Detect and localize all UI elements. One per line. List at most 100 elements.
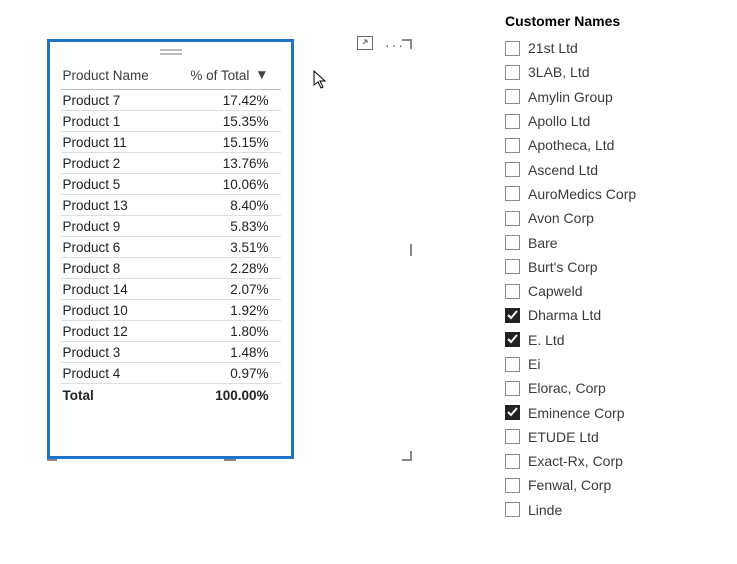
resize-handle-br[interactable]: [402, 451, 412, 461]
slicer-option-label: Eminence Corp: [528, 405, 625, 421]
slicer-option-label: Apotheca, Ltd: [528, 137, 614, 153]
slicer-option-label: Amylin Group: [528, 89, 613, 105]
slicer-option-label: Capweld: [528, 283, 582, 299]
checkbox[interactable]: [505, 186, 520, 201]
slicer-option[interactable]: Apollo Ltd: [505, 109, 710, 133]
slicer-option-label: 3LAB, Ltd: [528, 64, 590, 80]
slicer-option[interactable]: Dharma Ltd: [505, 303, 710, 327]
slicer-option-label: Ascend Ltd: [528, 162, 598, 178]
table-row[interactable]: Product 138.40%: [61, 195, 281, 216]
table-visual-container[interactable]: ··· Product Name % of Total ▼ Product 71…: [48, 40, 411, 460]
total-value: 100.00%: [169, 384, 280, 408]
checkbox[interactable]: [505, 41, 520, 56]
table-row[interactable]: Product 1115.15%: [61, 132, 281, 153]
cell-product: Product 10: [61, 300, 170, 321]
column-header-pct[interactable]: % of Total ▼: [169, 62, 280, 90]
slicer-option-label: Dharma Ltd: [528, 307, 601, 323]
slicer-option-label: AuroMedics Corp: [528, 186, 636, 202]
customer-slicer[interactable]: Customer Names 21st Ltd3LAB, LtdAmylin G…: [505, 13, 710, 522]
table-visual[interactable]: Product Name % of Total ▼ Product 717.42…: [47, 39, 294, 459]
slicer-option-label: Ei: [528, 356, 540, 372]
table-row[interactable]: Product 82.28%: [61, 258, 281, 279]
checkbox[interactable]: [505, 429, 520, 444]
cell-pct: 15.15%: [169, 132, 280, 153]
checkbox[interactable]: [505, 284, 520, 299]
slicer-option-label: E. Ltd: [528, 332, 565, 348]
checkbox[interactable]: [505, 502, 520, 517]
cell-product: Product 3: [61, 342, 170, 363]
checkbox[interactable]: [505, 259, 520, 274]
resize-handle-b[interactable]: [224, 459, 236, 461]
slicer-option[interactable]: Ei: [505, 352, 710, 376]
cell-pct: 2.07%: [169, 279, 280, 300]
slicer-option[interactable]: Elorac, Corp: [505, 376, 710, 400]
table-row[interactable]: Product 95.83%: [61, 216, 281, 237]
table-row[interactable]: Product 121.80%: [61, 321, 281, 342]
checkbox[interactable]: [505, 478, 520, 493]
slicer-list: 21st Ltd 3LAB, Ltd Amylin Group Apollo Ltd A…: [505, 36, 710, 522]
more-options-icon[interactable]: ···: [385, 37, 405, 53]
slicer-option-label: Apollo Ltd: [528, 113, 590, 129]
slicer-option[interactable]: Burt's Corp: [505, 255, 710, 279]
checkbox[interactable]: [505, 65, 520, 80]
resize-handle-r[interactable]: [410, 244, 412, 256]
checkbox[interactable]: [505, 235, 520, 250]
cell-product: Product 9: [61, 216, 170, 237]
table-row[interactable]: Product 63.51%: [61, 237, 281, 258]
checkbox[interactable]: [505, 454, 520, 469]
drag-handle[interactable]: [50, 42, 291, 62]
slicer-option[interactable]: E. Ltd: [505, 328, 710, 352]
slicer-option[interactable]: Eminence Corp: [505, 400, 710, 424]
checkbox[interactable]: [505, 162, 520, 177]
cell-product: Product 4: [61, 363, 170, 384]
checkbox[interactable]: [505, 138, 520, 153]
slicer-option[interactable]: Apotheca, Ltd: [505, 133, 710, 157]
cell-product: Product 13: [61, 195, 170, 216]
slicer-option[interactable]: Capweld: [505, 279, 710, 303]
slicer-option-label: ETUDE Ltd: [528, 429, 599, 445]
column-header-product[interactable]: Product Name: [61, 62, 170, 90]
cell-product: Product 14: [61, 279, 170, 300]
report-canvas: ··· Product Name % of Total ▼ Product 71…: [0, 0, 737, 564]
checkbox[interactable]: [505, 114, 520, 129]
slicer-option[interactable]: Fenwal, Corp: [505, 473, 710, 497]
slicer-option[interactable]: Bare: [505, 230, 710, 254]
table-row[interactable]: Product 717.42%: [61, 90, 281, 111]
slicer-option-label: 21st Ltd: [528, 40, 578, 56]
table-row[interactable]: Product 142.07%: [61, 279, 281, 300]
slicer-option[interactable]: AuroMedics Corp: [505, 182, 710, 206]
cell-pct: 1.80%: [169, 321, 280, 342]
cell-pct: 13.76%: [169, 153, 280, 174]
checkbox-checked[interactable]: [505, 405, 520, 420]
focus-mode-icon[interactable]: [357, 36, 373, 53]
slicer-option[interactable]: ETUDE Ltd: [505, 425, 710, 449]
slicer-option[interactable]: 21st Ltd: [505, 36, 710, 60]
table-row[interactable]: Product 115.35%: [61, 111, 281, 132]
cell-pct: 1.92%: [169, 300, 280, 321]
checkbox[interactable]: [505, 381, 520, 396]
checkbox-checked[interactable]: [505, 332, 520, 347]
slicer-option[interactable]: Exact-Rx, Corp: [505, 449, 710, 473]
cell-product: Product 11: [61, 132, 170, 153]
table-row[interactable]: Product 40.97%: [61, 363, 281, 384]
cell-product: Product 12: [61, 321, 170, 342]
slicer-option[interactable]: Avon Corp: [505, 206, 710, 230]
slicer-option[interactable]: Ascend Ltd: [505, 157, 710, 181]
slicer-option-label: Bare: [528, 235, 558, 251]
table-row[interactable]: Product 510.06%: [61, 174, 281, 195]
slicer-option[interactable]: 3LAB, Ltd: [505, 60, 710, 84]
table-row[interactable]: Product 31.48%: [61, 342, 281, 363]
slicer-option-label: Avon Corp: [528, 210, 594, 226]
slicer-option[interactable]: Amylin Group: [505, 85, 710, 109]
table-row[interactable]: Product 101.92%: [61, 300, 281, 321]
cell-product: Product 6: [61, 237, 170, 258]
slicer-option-label: Burt's Corp: [528, 259, 598, 275]
cell-pct: 8.40%: [169, 195, 280, 216]
checkbox[interactable]: [505, 211, 520, 226]
checkbox[interactable]: [505, 89, 520, 104]
slicer-option-label: Exact-Rx, Corp: [528, 453, 623, 469]
table-row[interactable]: Product 213.76%: [61, 153, 281, 174]
slicer-option[interactable]: Linde: [505, 498, 710, 522]
checkbox[interactable]: [505, 357, 520, 372]
checkbox-checked[interactable]: [505, 308, 520, 323]
